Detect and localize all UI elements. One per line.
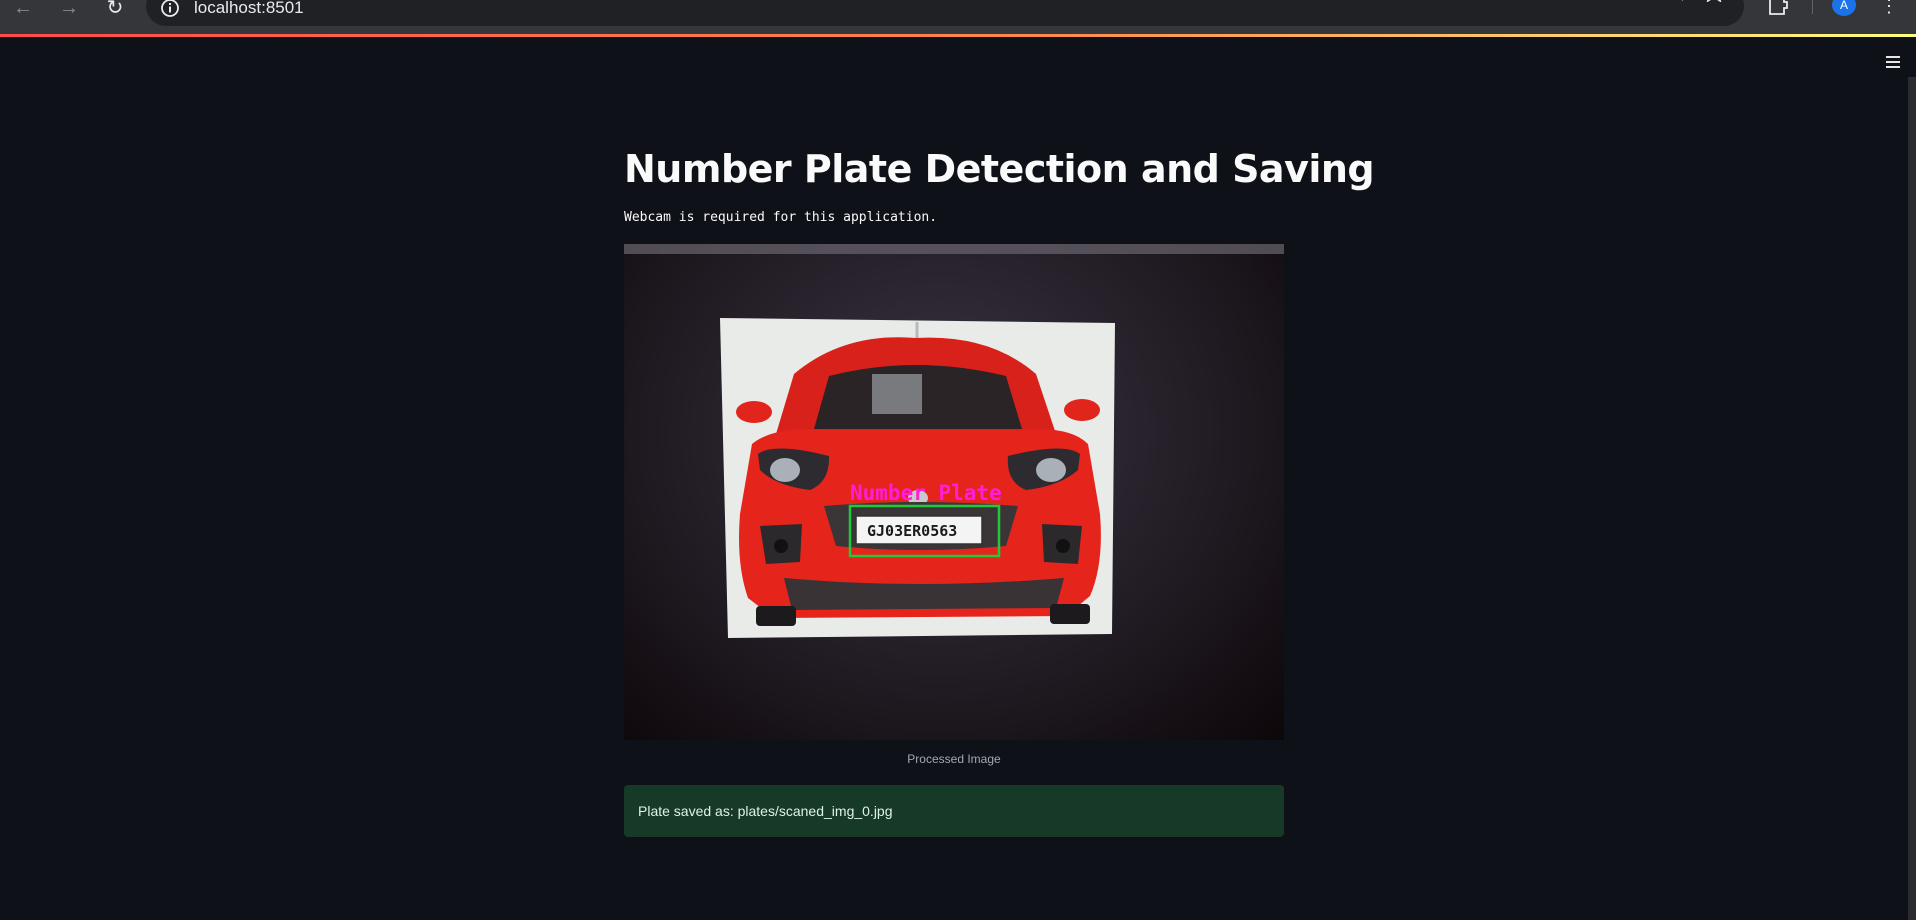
star-icon: [1706, 0, 1722, 2]
hamburger-icon-line: [1886, 66, 1900, 68]
success-alert: Plate saved as: plates/scaned_img_0.jpg: [624, 785, 1284, 837]
success-message: Plate saved as: plates/scaned_img_0.jpg: [638, 803, 893, 819]
back-button[interactable]: ←: [8, 0, 38, 19]
forward-arrow-icon: →: [59, 0, 79, 19]
more-vert-icon[interactable]: ⋮: [1880, 0, 1898, 16]
processed-image: Number Plate GJ03ER0563: [624, 244, 1284, 740]
reload-button[interactable]: ↻: [100, 0, 130, 19]
plate-text: GJ03ER0563: [867, 522, 957, 540]
forward-button[interactable]: →: [54, 0, 84, 19]
zoom-out-icon: [1681, 0, 1683, 1]
detection-label: Number Plate: [850, 481, 1002, 505]
image-caption: Processed Image: [907, 752, 1001, 766]
zoom-button[interactable]: [1664, 0, 1688, 2]
car-photo: Number Plate GJ03ER0563: [624, 244, 1284, 638]
puzzle-icon[interactable]: [1766, 0, 1790, 16]
bookmark-button[interactable]: [1702, 0, 1726, 2]
page-title: Number Plate Detection and Saving: [624, 147, 1375, 191]
url-text[interactable]: localhost:8501: [194, 0, 304, 17]
app-view: Number Plate Detection and Saving Webcam…: [0, 37, 1916, 920]
reload-icon: ↻: [106, 0, 124, 19]
main-menu-button[interactable]: [1880, 51, 1906, 73]
profile-avatar[interactable]: A: [1832, 0, 1856, 16]
info-icon[interactable]: [160, 0, 180, 18]
toolbar-divider: [1812, 0, 1813, 14]
webcam-note: Webcam is required for this application.: [624, 210, 938, 225]
address-bar[interactable]: localhost:8501: [146, 0, 1744, 26]
hamburger-icon-line: [1886, 56, 1900, 58]
back-arrow-icon: ←: [13, 0, 33, 19]
hamburger-icon-line: [1886, 61, 1900, 63]
scrollbar[interactable]: [1908, 77, 1916, 920]
browser-toolbar: ← → ↻ localhost:8501 A ⋮: [0, 0, 1916, 34]
